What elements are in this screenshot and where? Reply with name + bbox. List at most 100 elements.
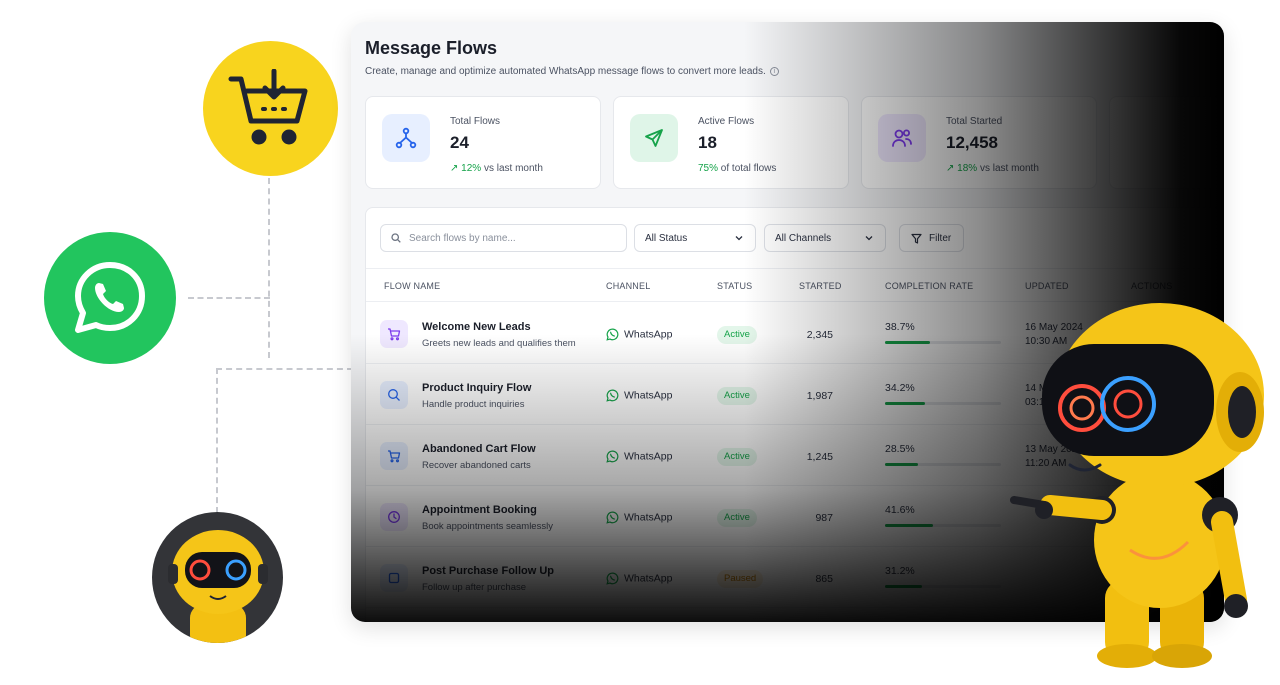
whatsapp-icon	[606, 389, 619, 402]
completion-rate: 34.2%	[885, 382, 915, 394]
stat-card-partial	[1109, 96, 1224, 189]
flow-name[interactable]: Abandoned Cart Flow	[422, 443, 536, 455]
channel-cell: WhatsApp	[606, 389, 672, 402]
connector-line	[268, 178, 270, 358]
whatsapp-icon	[44, 232, 176, 364]
column-header[interactable]: FLOW NAME	[384, 281, 440, 291]
cart-icon	[380, 442, 408, 470]
whatsapp-icon	[606, 328, 619, 341]
stat-value: 12,458	[946, 133, 998, 152]
stat-card-total-started: Total Started 12,458 ↗ 18% vs last month	[861, 96, 1097, 189]
channel-name: WhatsApp	[624, 450, 673, 463]
flow-name[interactable]: Appointment Booking	[422, 504, 537, 516]
column-header[interactable]: ACTIONS	[1131, 281, 1172, 291]
completion-rate: 31.2%	[885, 565, 915, 577]
filter-icon	[911, 233, 922, 244]
whatsapp-icon	[606, 450, 619, 463]
stat-note-text: of total flows	[720, 163, 777, 174]
column-header[interactable]: COMPLETION RATE	[885, 281, 973, 291]
channel-cell: WhatsApp	[606, 572, 672, 585]
stage: Message Flows Create, manage and optimiz…	[0, 0, 1280, 685]
subtitle-text: Create, manage and optimize automated Wh…	[365, 66, 766, 77]
started-count: 1,245	[806, 451, 833, 463]
stat-change: 75%	[698, 163, 719, 174]
trend-up-icon: ↗	[946, 163, 958, 174]
flow-description: Book appointments seamlessly	[422, 521, 553, 532]
flow-description: Follow up after purchase	[422, 582, 527, 593]
chevron-down-icon	[865, 236, 873, 241]
stat-value: 18	[698, 133, 717, 152]
column-header[interactable]: CHANNEL	[606, 281, 650, 291]
stat-note: ↗ 18% vs last month	[946, 163, 1039, 174]
channel-name: WhatsApp	[624, 389, 673, 402]
completion-bar	[885, 585, 1001, 588]
completion-bar-fill	[885, 524, 933, 527]
stat-change: 18%	[957, 163, 978, 174]
cart-icon	[380, 320, 408, 348]
completion-bar	[885, 463, 1001, 466]
status-badge: Active	[717, 387, 757, 405]
stat-card-active-flows: Active Flows 18 75% of total flows	[613, 96, 849, 189]
flow-description: Recover abandoned carts	[422, 460, 531, 471]
info-icon[interactable]: i	[769, 66, 779, 76]
completion-bar	[885, 402, 1001, 405]
channel-name: WhatsApp	[624, 572, 673, 585]
search-placeholder: Search flows by name...	[409, 233, 516, 244]
stat-note-text: vs last month	[979, 163, 1039, 174]
stat-value: 24	[450, 133, 469, 152]
status-badge: Paused	[717, 570, 764, 588]
status-dropdown-value: All Status	[645, 233, 688, 244]
flow-description: Handle product inquiries	[422, 399, 525, 410]
status-badge: Active	[717, 509, 757, 527]
started-count: 987	[815, 512, 833, 524]
flow-icon	[382, 114, 430, 162]
box-icon	[380, 564, 408, 592]
completion-bar	[885, 341, 1001, 344]
flow-name[interactable]: Post Purchase Follow Up	[422, 565, 554, 577]
connector-line	[216, 368, 218, 513]
status-badge: Active	[717, 326, 757, 344]
stat-label: Total Started	[946, 116, 1003, 127]
table-header: FLOW NAME CHANNEL STATUS STARTED COMPLET…	[366, 268, 1224, 302]
status-badge: Active	[717, 448, 757, 466]
stat-card-total-flows: Total Flows 24 ↗ 12% vs last month	[365, 96, 601, 189]
flow-name[interactable]: Product Inquiry Flow	[422, 382, 531, 394]
channel-name: WhatsApp	[624, 328, 673, 341]
connector-line	[216, 368, 353, 370]
stat-note: ↗ 12% vs last month	[450, 163, 543, 174]
clock-icon	[380, 503, 408, 531]
filter-button-label: Filter	[929, 233, 952, 244]
search-chat-icon	[380, 381, 408, 409]
whatsapp-icon	[606, 511, 619, 524]
stat-note: 75% of total flows	[698, 163, 776, 174]
completion-bar-fill	[885, 463, 919, 466]
robot-mascot	[1010, 303, 1264, 668]
stat-label: Active Flows	[698, 116, 755, 127]
filter-button[interactable]: Filter	[899, 224, 964, 252]
completion-bar	[885, 524, 1001, 527]
channels-dropdown-value: All Channels	[775, 233, 832, 244]
channel-name: WhatsApp	[624, 511, 673, 524]
channel-cell: WhatsApp	[606, 511, 672, 524]
completion-rate: 38.7%	[885, 321, 915, 333]
chevron-down-icon	[735, 236, 743, 241]
page-subtitle: Create, manage and optimize automated Wh…	[365, 66, 779, 77]
channel-cell: WhatsApp	[606, 328, 672, 341]
completion-bar-fill	[885, 585, 922, 588]
column-header[interactable]: STATUS	[717, 281, 752, 291]
started-count: 865	[815, 573, 833, 585]
status-dropdown[interactable]: All Status	[634, 224, 756, 252]
connector-line	[188, 297, 270, 299]
channel-cell: WhatsApp	[606, 450, 672, 463]
search-input[interactable]: Search flows by name...	[380, 224, 627, 252]
column-header[interactable]: STARTED	[799, 281, 842, 291]
column-header[interactable]: UPDATED	[1025, 281, 1069, 291]
search-icon	[391, 233, 401, 243]
flow-name[interactable]: Welcome New Leads	[422, 321, 531, 333]
stat-change: 12%	[461, 163, 482, 174]
page-title: Message Flows	[365, 38, 498, 58]
stat-note-text: vs last month	[483, 163, 543, 174]
channels-dropdown[interactable]: All Channels	[764, 224, 886, 252]
started-count: 1,987	[806, 390, 833, 402]
completion-rate: 41.6%	[885, 504, 915, 516]
